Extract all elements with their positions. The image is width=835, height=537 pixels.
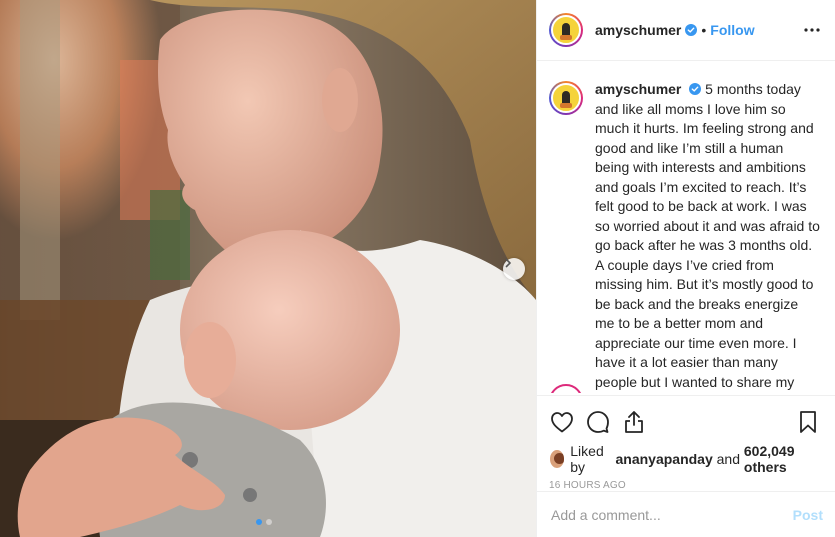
caption-author-avatar-image — [551, 83, 581, 113]
share-icon — [625, 411, 643, 433]
carousel-next-button[interactable] — [503, 258, 525, 280]
post-side-panel: amyschumer • Follow amyschumer 5 months … — [536, 0, 835, 537]
post-timestamp[interactable]: 16 HOURS AGO — [549, 480, 821, 491]
author-username[interactable]: amyschumer — [595, 22, 681, 38]
action-bar — [549, 408, 821, 436]
author-avatar[interactable] — [549, 13, 583, 47]
chevron-right-icon — [505, 258, 511, 268]
post-header: amyschumer • Follow — [537, 0, 835, 61]
liked-by-prefix: Liked by — [570, 443, 604, 475]
bookmark-icon — [800, 411, 816, 433]
comments-area[interactable]: amyschumer 5 months today and like all m… — [537, 62, 835, 393]
comment-icon — [587, 411, 609, 433]
more-options-icon — [804, 28, 820, 32]
post-view: amyschumer • Follow amyschumer 5 months … — [0, 0, 835, 537]
post-comment-button[interactable]: Post — [793, 507, 823, 523]
follow-button[interactable]: Follow — [710, 22, 754, 38]
heart-icon — [551, 412, 573, 433]
likes-summary: Liked by ananyapanday and 602,049 others — [549, 443, 821, 475]
carousel-dot — [266, 519, 272, 525]
comment-button[interactable] — [585, 409, 611, 435]
post-actions: Liked by ananyapanday and 602,049 others… — [537, 395, 835, 491]
verified-badge-icon — [685, 24, 698, 36]
liker-avatar[interactable] — [549, 449, 566, 469]
add-comment-section: Post — [537, 491, 835, 537]
post-caption: amyschumer 5 months today and like all m… — [595, 80, 821, 393]
carousel-dot-active — [256, 519, 262, 525]
liked-by-user[interactable]: ananyapanday — [615, 451, 712, 467]
author-avatar-image — [551, 15, 581, 45]
carousel-indicator — [256, 519, 272, 525]
caption-username[interactable]: amyschumer — [595, 81, 681, 97]
comment-input[interactable] — [551, 506, 793, 523]
liked-by-count[interactable]: 602,049 others — [744, 443, 821, 475]
caption-row: amyschumer 5 months today and like all m… — [549, 80, 821, 393]
caption-text: 5 months today and like all moms I love … — [595, 81, 820, 390]
share-button[interactable] — [621, 409, 647, 435]
caption-author-avatar[interactable] — [549, 81, 583, 115]
like-button[interactable] — [549, 409, 575, 435]
save-button[interactable] — [795, 409, 821, 435]
photo-illustration — [0, 0, 536, 537]
verified-badge-icon — [689, 83, 702, 95]
separator-bullet: • — [701, 22, 707, 38]
post-photo[interactable] — [0, 0, 536, 537]
more-options-button[interactable] — [803, 21, 821, 39]
liked-by-and: and — [716, 451, 740, 467]
